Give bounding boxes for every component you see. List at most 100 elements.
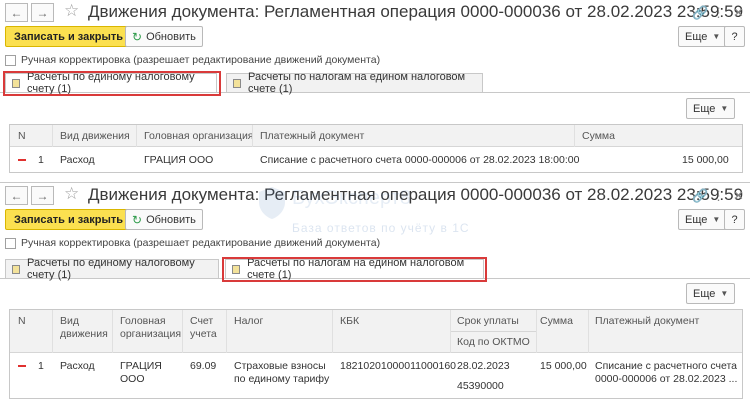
col-doc: Платежный документ xyxy=(260,130,365,142)
back-button[interactable]: ← xyxy=(5,186,28,205)
help-icon: ? xyxy=(731,213,738,226)
expense-icon xyxy=(18,365,26,367)
save-close-button[interactable]: Записать и закрыть xyxy=(5,26,133,47)
link-icon[interactable]: 🔗 xyxy=(692,188,708,204)
refresh-button[interactable]: ↻ Обновить xyxy=(125,26,203,47)
col-divider xyxy=(52,125,53,147)
col-divider xyxy=(332,310,333,353)
caret-down-icon: ▼ xyxy=(712,215,721,224)
manual-correction-checkbox[interactable]: Ручная корректировка (разрешает редактир… xyxy=(5,237,380,249)
cell-org-2: ООО xyxy=(120,373,145,385)
caret-down-icon: ▼ xyxy=(720,289,729,298)
cell-doc: Списание с расчетного счета 0000-000006 … xyxy=(260,154,580,166)
help-button[interactable]: ? xyxy=(724,26,745,47)
caret-down-icon: ▼ xyxy=(720,104,729,113)
cell-org-1: ГРАЦИЯ xyxy=(120,360,162,372)
subheader-divider xyxy=(450,331,536,332)
star-icon[interactable]: ☆ xyxy=(64,184,79,204)
register-icon xyxy=(12,264,21,274)
col-sum: Сумма xyxy=(540,315,573,327)
refresh-icon: ↻ xyxy=(132,29,143,44)
arrow-left-icon: ← xyxy=(10,188,23,203)
star-icon[interactable]: ☆ xyxy=(64,1,79,21)
cell-n: 1 xyxy=(38,154,44,166)
close-icon[interactable]: ✕ xyxy=(733,5,744,21)
col-sum: Сумма xyxy=(582,130,615,142)
save-close-button[interactable]: Записать и закрыть xyxy=(5,209,133,230)
cell-org: ГРАЦИЯ ООО xyxy=(144,154,214,166)
caret-down-icon: ▼ xyxy=(712,32,721,41)
expense-icon xyxy=(18,159,26,161)
refresh-icon: ↻ xyxy=(132,212,143,227)
watermark-shield-icon xyxy=(258,186,286,220)
refresh-button[interactable]: ↻ Обновить xyxy=(125,209,203,230)
checkbox-box[interactable] xyxy=(5,237,16,249)
cell-due: 28.02.2023 xyxy=(457,360,510,372)
arrow-right-icon: → xyxy=(36,5,49,20)
table-more-button[interactable]: Еще ▼ xyxy=(686,283,736,304)
col-doc: Платежный документ xyxy=(595,315,700,327)
col-divider xyxy=(182,310,183,353)
refresh-label: Обновить xyxy=(146,213,196,226)
col-divider xyxy=(112,310,113,353)
checkbox-box[interactable] xyxy=(5,54,16,66)
col-kind: Вид движения xyxy=(60,130,130,142)
highlight-box xyxy=(222,257,487,282)
forward-button[interactable]: → xyxy=(31,186,54,205)
col-divider xyxy=(450,310,451,353)
cell-kind: Расход xyxy=(60,154,95,166)
help-button[interactable]: ? xyxy=(724,209,745,230)
cell-kind: Расход xyxy=(60,360,95,372)
tab-label: Расчеты по налогам на едином налоговом с… xyxy=(248,71,466,95)
page-title: Движения документа: Регламентная операци… xyxy=(88,2,744,21)
more-label: Еще xyxy=(685,30,708,43)
col-account-1: Счет xyxy=(190,315,214,327)
tab-label: Расчеты по единому налоговому счету (1) xyxy=(27,257,195,281)
cell-doc-1: Списание с расчетного счета xyxy=(595,360,738,372)
col-due: Срок уплаты xyxy=(457,315,519,327)
forward-button[interactable]: → xyxy=(31,3,54,22)
col-divider xyxy=(536,310,537,353)
movements-table: N Вид движения Головная организация Плат… xyxy=(9,124,743,173)
more-button[interactable]: Еще ▼ xyxy=(678,209,728,230)
table-more-label: Еще xyxy=(693,102,716,115)
window-bottom: ← → ☆ Движения документа: Регламентная о… xyxy=(0,183,750,410)
manual-correction-label: Ручная корректировка (разрешает редактир… xyxy=(21,237,381,249)
tax-movements-table: N Вид движения Головная организация Счет… xyxy=(9,309,743,399)
more-vert-icon[interactable]: ⋮ xyxy=(712,188,725,204)
watermark-brand: БухЭксперт8 xyxy=(292,187,411,209)
more-button[interactable]: Еще ▼ xyxy=(678,26,728,47)
link-icon[interactable]: 🔗 xyxy=(692,5,708,21)
tab-unified-account[interactable]: Расчеты по единому налоговому счету (1) xyxy=(5,257,219,281)
more-label: Еще xyxy=(685,213,708,226)
close-icon[interactable]: ✕ xyxy=(733,188,744,204)
more-vert-icon[interactable]: ⋮ xyxy=(712,5,725,21)
cell-doc-2: 0000-000006 от 28.02.2023 ... xyxy=(595,373,738,385)
table-more-button[interactable]: Еще ▼ xyxy=(686,98,736,119)
highlight-box xyxy=(3,71,221,96)
cell-sum: 15 000,00 xyxy=(540,360,587,372)
arrow-right-icon: → xyxy=(36,188,49,203)
tab-taxes-on-account[interactable]: Расчеты по налогам на едином налоговом с… xyxy=(226,71,483,95)
col-divider xyxy=(574,125,575,147)
col-tax: Налог xyxy=(234,315,264,327)
back-button[interactable]: ← xyxy=(5,3,28,22)
arrow-left-icon: ← xyxy=(10,5,23,20)
cell-tax-1: Страховые взносы xyxy=(234,360,326,372)
table-more-label: Еще xyxy=(693,287,716,300)
col-oktmo: Код по ОКТМО xyxy=(457,336,530,348)
col-org-1: Головная xyxy=(120,315,166,327)
col-kind-2: движения xyxy=(60,328,108,340)
col-divider xyxy=(136,125,137,147)
cell-sum: 15 000,00 xyxy=(682,154,729,166)
manual-correction-checkbox[interactable]: Ручная корректировка (разрешает редактир… xyxy=(5,54,380,66)
col-divider xyxy=(226,310,227,353)
manual-correction-label: Ручная корректировка (разрешает редактир… xyxy=(21,54,381,66)
cell-account: 69.09 xyxy=(190,360,217,372)
page-title: Движения документа: Регламентная операци… xyxy=(88,185,744,204)
cell-n: 1 xyxy=(38,360,44,372)
cell-oktmo: 45390000 xyxy=(457,380,504,392)
cell-kbk: 18210201000011000160 xyxy=(340,360,457,372)
col-kbk: КБК xyxy=(340,315,360,327)
col-divider xyxy=(588,310,589,353)
